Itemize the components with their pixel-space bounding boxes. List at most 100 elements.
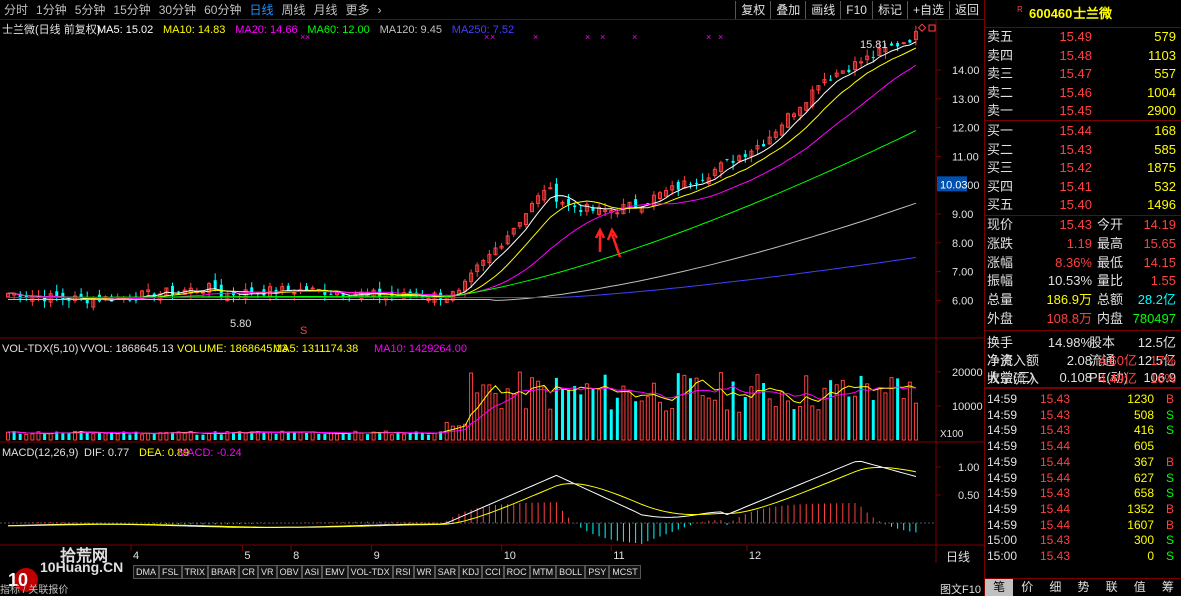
- candle-body: [213, 280, 217, 289]
- ask-label: 卖一: [987, 103, 1014, 118]
- indicator-button[interactable]: KDJ: [459, 565, 483, 579]
- tick-side: S: [1165, 549, 1174, 563]
- candle-body: [171, 285, 175, 296]
- more-chevron-icon[interactable]: ›: [374, 1, 386, 19]
- ask-volume: 1103: [1148, 47, 1176, 63]
- candle-body: [634, 199, 638, 208]
- indicator-button[interactable]: EMV: [322, 565, 348, 579]
- period-tab-8[interactable]: 月线: [310, 1, 342, 19]
- ask-label: 卖五: [987, 29, 1014, 44]
- indicator-buttons: DMA FSL TRIX BRAR CR VR OBV ASI EMV VOL-TDX RSI WR S…: [133, 564, 641, 579]
- volume-bar: [591, 388, 595, 440]
- watermark-en: 10Huang.CN: [40, 559, 124, 575]
- indicator-button[interactable]: DMA: [133, 565, 159, 579]
- volume-bar: [609, 409, 613, 440]
- volume-bar: [292, 431, 296, 440]
- flow-label: 大宗流入: [987, 371, 1040, 386]
- indicator-button[interactable]: RSI: [392, 565, 414, 579]
- indicator-button[interactable]: MTM: [529, 565, 557, 579]
- period-tab-5[interactable]: 60分钟: [200, 1, 245, 19]
- high-annotation: 15.81: [860, 39, 888, 51]
- right-tab-3[interactable]: 势: [1069, 579, 1098, 596]
- volume-bar: [847, 396, 851, 440]
- ask-volume: 557: [1154, 66, 1176, 81]
- candle-body: [896, 43, 900, 47]
- period-tab-3[interactable]: 15分钟: [109, 1, 154, 19]
- kline-chart[interactable]: 士兰微(日线 前复权)MA5: 15.02 MA10: 14.83 MA20: 14…: [0, 20, 984, 563]
- toolbar-button-5[interactable]: +自选: [906, 0, 949, 19]
- indicator-button[interactable]: ROC: [503, 565, 530, 579]
- indicator-button[interactable]: VR: [258, 565, 277, 579]
- price-axis-label: 9.00: [952, 209, 973, 221]
- indicator-button[interactable]: CR: [239, 565, 259, 579]
- indicator-button[interactable]: BOLL: [556, 565, 586, 579]
- period-toolbar: 分时 1分钟 5分钟 15分钟 30分钟 60分钟 日线 周线 月线 更多 › 复权 叠加 画线 F10 标记…: [0, 0, 984, 20]
- price-axis-label: 14.00: [952, 65, 980, 77]
- period-tab-2[interactable]: 5分钟: [71, 1, 110, 19]
- fund-value: 14.98%: [1047, 335, 1092, 350]
- right-tab-2[interactable]: 细: [1041, 579, 1070, 596]
- ask-price: 15.48: [1059, 47, 1092, 63]
- candle-body: [847, 69, 851, 73]
- indicator-button[interactable]: SAR: [434, 565, 460, 579]
- signal-mark-icon: ×: [600, 32, 605, 42]
- period-tab-9[interactable]: 更多: [342, 1, 374, 19]
- indicator-button[interactable]: PSY: [585, 565, 610, 579]
- volume-bar: [408, 433, 412, 440]
- volume-bar: [426, 434, 430, 440]
- toolbar-button-1[interactable]: 叠加: [770, 0, 805, 19]
- ma-label: MA5: 15.02: [97, 24, 153, 36]
- period-tab-0[interactable]: 分时: [0, 1, 32, 19]
- indicator-button[interactable]: OBV: [276, 565, 302, 579]
- quote-label: 涨跌: [987, 235, 1014, 251]
- toolbar-button-3[interactable]: F10: [840, 0, 872, 19]
- quote-label: 最低: [1097, 254, 1124, 270]
- volume-bar: [859, 375, 863, 440]
- quote-label: 最高: [1097, 235, 1124, 251]
- period-tab-1[interactable]: 1分钟: [32, 1, 71, 19]
- right-tab-4[interactable]: 联: [1097, 579, 1126, 596]
- right-tab-6[interactable]: 筹: [1153, 579, 1181, 596]
- price-axis-label: 11.00: [952, 151, 979, 163]
- indicator-button[interactable]: WR: [413, 565, 435, 579]
- flow-value: 4.49亿: [1098, 371, 1137, 386]
- candle-body: [762, 143, 766, 147]
- period-tab-6[interactable]: 日线: [245, 1, 277, 19]
- toolbar-button-4[interactable]: 标记: [871, 0, 907, 19]
- bid-volume: 1875: [1147, 160, 1176, 175]
- indicator-button[interactable]: BRAR: [208, 565, 240, 579]
- indicator-button[interactable]: TRIX: [181, 565, 209, 579]
- right-tab-1[interactable]: 价: [1013, 579, 1042, 596]
- indicator-button[interactable]: CCI: [482, 565, 504, 579]
- period-tab-4[interactable]: 30分钟: [155, 1, 200, 19]
- candle-body: [61, 292, 65, 300]
- right-tab-5[interactable]: 值: [1125, 579, 1154, 596]
- volume-bar: [615, 397, 619, 440]
- toolbar-button-0[interactable]: 复权: [735, 0, 770, 19]
- ask-volume: 1004: [1147, 84, 1176, 100]
- indicator-button[interactable]: VOL-TDX: [347, 565, 393, 579]
- candle-body: [871, 56, 875, 58]
- bid-label: 买四: [987, 178, 1014, 194]
- f10-button[interactable]: 图文F10: [940, 581, 981, 596]
- volume-bar: [792, 409, 796, 440]
- period-tab-7[interactable]: 周线: [277, 1, 309, 19]
- signal-mark-icon: ×: [484, 32, 489, 42]
- fund-label: 换手: [987, 335, 1014, 350]
- candle-body: [688, 184, 692, 186]
- volume-bar: [579, 394, 583, 440]
- quote-label: 量比: [1097, 273, 1124, 289]
- toolbar-button-6[interactable]: 返回: [948, 0, 984, 19]
- candle-body: [329, 293, 333, 295]
- ask-price: 15.47: [1059, 66, 1092, 81]
- volume-bar: [128, 434, 132, 440]
- toolbar-button-2[interactable]: 画线: [805, 0, 840, 19]
- indicator-button[interactable]: MCST: [609, 565, 641, 579]
- month-label: 4: [133, 550, 139, 562]
- flow-value: 4.60亿: [1098, 353, 1137, 368]
- candle-body: [615, 212, 620, 215]
- right-tab-0[interactable]: 笔: [985, 579, 1014, 596]
- indicator-button[interactable]: ASI: [301, 565, 323, 579]
- price-axis-label: 12.00: [952, 123, 980, 135]
- indicator-button[interactable]: FSL: [159, 565, 182, 579]
